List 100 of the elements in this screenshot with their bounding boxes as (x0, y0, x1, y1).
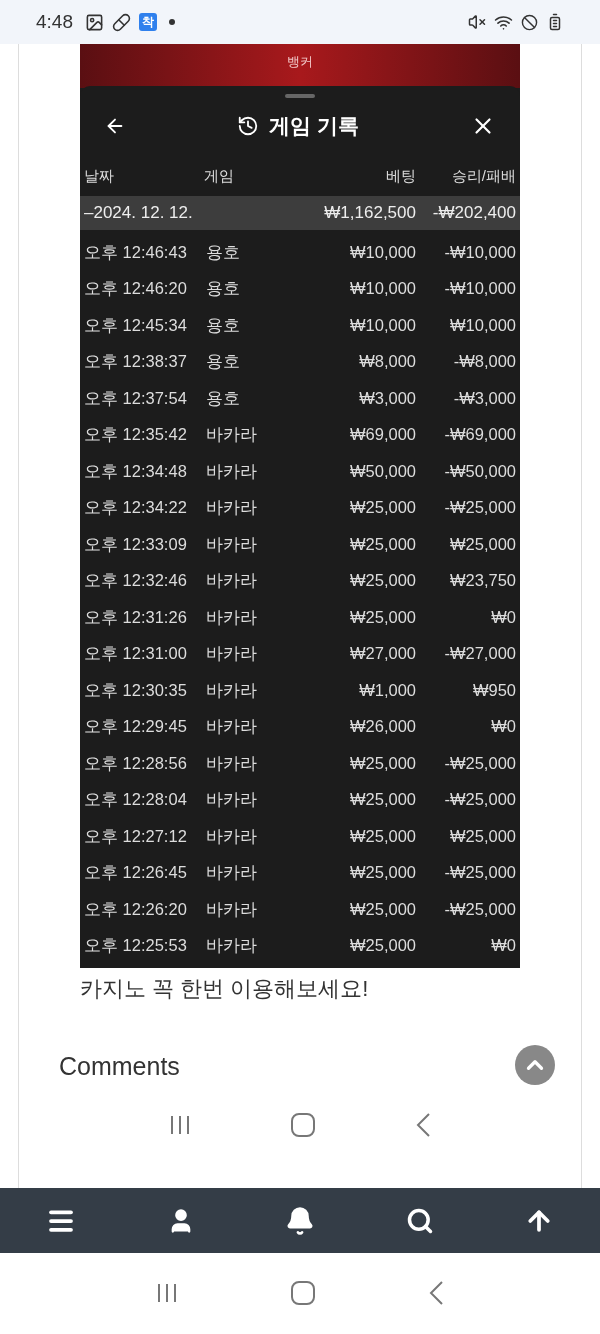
table-cell-text: ₩25,000 (348, 606, 416, 628)
table-cell-text: ₩25,000 (348, 789, 416, 811)
table-cell-text: ₩1,000 (358, 679, 416, 701)
comments-heading: Comments (59, 1050, 180, 1082)
table-cell-text: ₩23,750 (448, 570, 516, 592)
back-icon[interactable] (428, 1280, 444, 1306)
table-cell-text: ₩0 (490, 935, 516, 957)
table-cell-text: ₩25,000 (348, 862, 416, 884)
home-icon[interactable] (290, 1112, 316, 1138)
table-cell-text: 오후 12:28:04 (84, 789, 188, 811)
table-cell-text: ₩25,000 (448, 825, 516, 847)
summary-date: –2024. 12. 12. (84, 202, 194, 225)
table-cell-text: ₩25,000 (348, 570, 416, 592)
search-icon[interactable] (405, 1206, 434, 1235)
table-cell-text: 오후 12:25:53 (84, 935, 188, 957)
table-cell-text: 바카라 (206, 679, 258, 701)
summary-result: -₩202,400 (431, 202, 516, 225)
table-cell-text: 오후 12:29:45 (84, 716, 188, 738)
table-cell-text: ₩25,000 (348, 752, 416, 774)
table-cell-text: 오후 12:30:35 (84, 679, 188, 701)
table-cell-text: ₩27,000 (348, 643, 416, 665)
table-cell-text: ₩26,000 (348, 716, 416, 738)
table-cell-text: ₩25,000 (348, 825, 416, 847)
table-cell-text: ₩10,000 (348, 314, 416, 336)
table-cell-text: ₩50,000 (348, 460, 416, 482)
table-cell-text: 바카라 (206, 898, 258, 920)
table-cell-text: 용호 (206, 241, 241, 263)
sheet-title: 게임 기록 (269, 113, 359, 140)
table-cell-text: 오후 12:45:34 (84, 314, 188, 336)
table-cell-text: 바카라 (206, 460, 258, 482)
table-cell-text: 용호 (206, 351, 241, 373)
table-cell-text: ₩3,000 (358, 387, 416, 409)
pill-icon (112, 12, 131, 32)
table-cell-text: 오후 12:32:46 (84, 570, 188, 592)
table-cell-text: 바카라 (206, 752, 258, 774)
table-cell-text: -₩25,000 (443, 898, 516, 920)
column-header: 승리/패배 (450, 165, 516, 186)
table-cell-text: -₩27,000 (443, 643, 516, 665)
table-cell-text: 바카라 (206, 643, 258, 665)
summary-bet: ₩1,162,500 (323, 202, 416, 225)
mute-icon (468, 13, 486, 31)
table-cell-text: -₩25,000 (443, 789, 516, 811)
table-cell-text: -₩3,000 (452, 387, 516, 409)
table-cell-text: -₩10,000 (443, 278, 516, 300)
table-cell-text: 오후 12:33:09 (84, 533, 188, 555)
table-cell-text: 용호 (206, 314, 241, 336)
table-cell-text: ₩25,000 (348, 935, 416, 957)
table-cell-text: 바카라 (206, 935, 258, 957)
table-cell-text: ₩69,000 (348, 424, 416, 446)
table-cell-text: 바카라 (206, 497, 258, 519)
table-cell-text: 오후 12:31:00 (84, 643, 188, 665)
table-cell-text: ₩10,000 (448, 314, 516, 336)
back-icon[interactable] (415, 1112, 432, 1138)
table-cell-text: 바카라 (206, 533, 258, 555)
table-cell-text: ₩8,000 (358, 351, 416, 373)
table-cell-text: -₩25,000 (443, 862, 516, 884)
table-cell-text: ₩25,000 (348, 533, 416, 555)
table-cell-text: 오후 12:46:43 (84, 241, 188, 263)
history-icon (237, 115, 260, 137)
dot-icon (169, 19, 175, 25)
table-cell-text: 바카라 (206, 424, 258, 446)
table-cell-text: -₩25,000 (443, 752, 516, 774)
recent-apps-icon[interactable] (168, 1114, 191, 1136)
table-cell-text: ₩10,000 (348, 278, 416, 300)
table-cell-text: 바카라 (206, 570, 258, 592)
table-cell-text: 오후 12:37:54 (84, 387, 188, 409)
table-cell-text: 바카라 (206, 606, 258, 628)
table-cell-text: ₩10,000 (348, 241, 416, 263)
table-cell-text: 바카라 (206, 716, 258, 738)
table-cell-text: ₩950 (471, 679, 516, 701)
table-cell-text: 용호 (206, 387, 241, 409)
column-header: 게임 (204, 165, 235, 186)
image-icon (85, 12, 104, 32)
app-badge: 착 (139, 13, 157, 31)
table-cell-text: ₩0 (490, 606, 516, 628)
table-cell-text: 바카라 (206, 789, 258, 811)
table-cell-text: 오후 12:38:37 (84, 351, 188, 373)
scroll-up-button[interactable] (515, 1045, 555, 1085)
drag-handle[interactable] (285, 94, 315, 98)
table-cell-text: ₩0 (490, 716, 516, 738)
table-cell-text: 오후 12:34:22 (84, 497, 188, 519)
table-cell-text: ₩25,000 (448, 533, 516, 555)
table-cell-text: ₩25,000 (348, 497, 416, 519)
table-cell-text: 오후 12:35:42 (84, 424, 188, 446)
table-cell-text: ₩25,000 (348, 898, 416, 920)
table-cell-text: 바카라 (206, 825, 258, 847)
table-cell-text: 오후 12:27:12 (84, 825, 188, 847)
table-cell-text: -₩50,000 (443, 460, 516, 482)
recent-apps-icon[interactable] (156, 1282, 178, 1304)
table-cell-text: -₩25,000 (443, 497, 516, 519)
table-cell-text: -₩69,000 (443, 424, 516, 446)
bell-icon[interactable] (285, 1205, 315, 1236)
table-cell-text: 바카라 (206, 862, 258, 884)
table-cell-text: 용호 (206, 278, 241, 300)
table-cell-text: 오후 12:31:26 (84, 606, 188, 628)
table-cell-text: 오후 12:26:45 (84, 862, 188, 884)
home-icon[interactable] (290, 1280, 316, 1306)
table-cell-text: 오후 12:26:20 (84, 898, 188, 920)
clock-time: 4:48 (36, 9, 73, 34)
table-cell-text: -₩8,000 (452, 351, 516, 373)
